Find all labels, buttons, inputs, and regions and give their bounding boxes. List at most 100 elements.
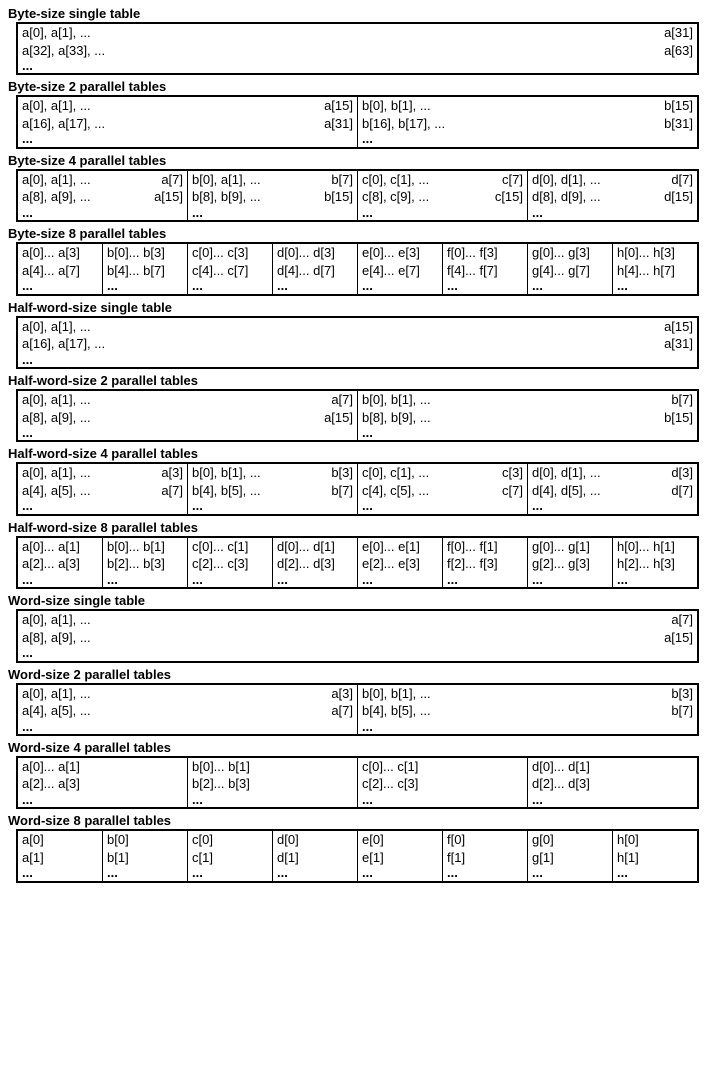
- table-wrap: a[0], a[1], ...a[31]a[32], a[33], ...a[6…: [16, 22, 699, 75]
- row-left-text: h[0]: [617, 831, 639, 849]
- table-row: c[8], c[9], ...c[15]: [358, 188, 527, 206]
- row-left-text: d[8], d[9], ...: [532, 188, 601, 206]
- continuation-dots: ...: [358, 206, 527, 220]
- table-column: b[0], b[1], ...b[15]b[16], b[17], ...b[3…: [358, 97, 697, 146]
- continuation-dots: ...: [528, 499, 697, 513]
- row-left-text: a[0]... a[1]: [22, 758, 80, 776]
- row-left-text: h[0]... h[3]: [617, 244, 675, 262]
- table-column: a[0]a[1]...: [18, 831, 103, 880]
- row-left-text: c[2]... c[3]: [192, 555, 248, 573]
- continuation-dots: ...: [613, 866, 697, 880]
- row-right-text: b[7]: [671, 702, 693, 720]
- table-row: b[4], b[5], ...b[7]: [188, 482, 357, 500]
- row-right-text: d[3]: [671, 464, 693, 482]
- row-left-text: h[0]... h[1]: [617, 538, 675, 556]
- table-row: a[0], a[1], ...a[15]: [18, 318, 697, 336]
- continuation-dots: ...: [273, 573, 357, 587]
- table-row: a[0], a[1], ...a[31]: [18, 24, 697, 42]
- table-wrap: a[0], a[1], ...a[7]a[8], a[9], ...a[15].…: [16, 389, 699, 442]
- row-left-text: f[4]... f[7]: [447, 262, 498, 280]
- row-left-text: b[4], b[5], ...: [362, 702, 431, 720]
- row-left-text: a[16], a[17], ...: [22, 335, 105, 353]
- table-row: d[0]... d[1]: [273, 538, 357, 556]
- table-row: d[0], d[1], ...d[3]: [528, 464, 697, 482]
- row-left-text: a[0]... a[3]: [22, 244, 80, 262]
- row-left-text: a[1]: [22, 849, 44, 867]
- continuation-dots: ...: [358, 499, 527, 513]
- row-right-text: c[7]: [502, 482, 523, 500]
- table-column: g[0]... g[3]g[4]... g[7]...: [528, 244, 613, 293]
- row-left-text: e[0]... e[3]: [362, 244, 420, 262]
- table-row: c[4]... c[7]: [188, 262, 272, 280]
- row-left-text: f[0]... f[3]: [447, 244, 498, 262]
- row-right-text: a[3]: [331, 685, 353, 703]
- row-left-text: a[8], a[9], ...: [22, 629, 91, 647]
- table-column: a[0]... a[1]a[2]... a[3]...: [18, 538, 103, 587]
- row-right-text: b[15]: [664, 409, 693, 427]
- row-left-text: c[4], c[5], ...: [362, 482, 429, 500]
- table-section: Half-word-size 8 parallel tablesa[0]... …: [6, 520, 701, 589]
- table-section: Half-word-size 2 parallel tablesa[0], a[…: [6, 373, 701, 442]
- row-left-text: c[0], c[1], ...: [362, 171, 429, 189]
- table-column: d[0]... d[1]d[2]... d[3]...: [528, 758, 697, 807]
- row-left-text: h[4]... h[7]: [617, 262, 675, 280]
- table-row: a[0], a[1], ...a[3]: [18, 464, 187, 482]
- continuation-dots: ...: [18, 793, 187, 807]
- table-column: a[0], a[1], ...a[31]a[32], a[33], ...a[6…: [18, 24, 697, 73]
- table-section: Half-word-size 4 parallel tables a[0], a[…: [6, 446, 701, 515]
- table-row: g[0]... g[3]: [528, 244, 612, 262]
- row-left-text: c[0]... c[1]: [362, 758, 418, 776]
- table-column: c[0]c[1]...: [188, 831, 273, 880]
- row-right-text: b[7]: [671, 391, 693, 409]
- table-row: b[2]... b[3]: [188, 775, 357, 793]
- table-wrap: a[0]a[1]...b[0]b[1]...c[0]c[1]...d[0]d[1…: [16, 829, 699, 882]
- row-left-text: b[2]... b[3]: [192, 775, 250, 793]
- table-row: a[0], a[1], ... a[7]: [18, 611, 697, 629]
- table-row: b[4], b[5], ... b[7]: [358, 702, 697, 720]
- row-left-text: a[8], a[9], ...: [22, 409, 91, 427]
- continuation-dots: ...: [103, 866, 187, 880]
- row-right-text: a[7]: [671, 611, 693, 629]
- continuation-dots: ...: [528, 279, 612, 293]
- continuation-dots: ...: [358, 279, 442, 293]
- table-column: h[0]... h[3]h[4]... h[7]...: [613, 244, 697, 293]
- row-left-text: e[4]... e[7]: [362, 262, 420, 280]
- table-column: c[0], c[1], ...c[3]c[4], c[5], ...c[7]..…: [358, 464, 528, 513]
- continuation-dots: ...: [613, 573, 697, 587]
- table-wrap: a[0], a[1], ...a[15]a[16], a[17], ...a[3…: [16, 95, 699, 148]
- row-right-text: b[7]: [331, 482, 353, 500]
- continuation-dots: ...: [358, 866, 442, 880]
- table-section: Byte-size single tablea[0], a[1], ...a[3…: [6, 6, 701, 75]
- table-row: g[2]... g[3]: [528, 555, 612, 573]
- table-wrap: a[0], a[1], ...a[3]a[4], a[5], ...a[7]..…: [16, 683, 699, 736]
- table-column: a[0], a[1], ...a[3]a[4], a[5], ...a[7]..…: [18, 685, 358, 734]
- section-title: Word-size 8 parallel tables: [8, 813, 701, 828]
- continuation-dots: ...: [18, 279, 102, 293]
- section-title: Word-size 2 parallel tables: [8, 667, 701, 682]
- row-right-text: a[3]: [161, 464, 183, 482]
- row-left-text: a[0]... a[1]: [22, 538, 80, 556]
- table-column: b[0]b[1]...: [103, 831, 188, 880]
- table-row: d[2]... d[3]: [273, 555, 357, 573]
- row-right-text: b[31]: [664, 115, 693, 133]
- row-right-text: c[7]: [502, 171, 523, 189]
- row-right-text: a[31]: [664, 335, 693, 353]
- continuation-dots: ...: [273, 866, 357, 880]
- row-right-text: a[15]: [324, 409, 353, 427]
- row-left-text: f[2]... f[3]: [447, 555, 498, 573]
- table-section: Word-size 4 parallel tablesa[0]... a[1]a…: [6, 740, 701, 809]
- table-row: d[8], d[9], ... d[15]: [528, 188, 697, 206]
- section-title: Half-word-size 4 parallel tables: [8, 446, 701, 461]
- continuation-dots: ...: [18, 206, 187, 220]
- table-section: Byte-size 4 parallel tablesa[0], a[1], .…: [6, 153, 701, 222]
- row-left-text: a[0], a[1], ...: [22, 611, 91, 629]
- table-row: a[0]... a[1]: [18, 538, 102, 556]
- section-title: Byte-size 8 parallel tables: [8, 226, 701, 241]
- row-left-text: b[8], b[9], ...: [192, 188, 261, 206]
- table-row: a[1]: [18, 849, 102, 867]
- row-right-text: b[7]: [331, 171, 353, 189]
- row-left-text: a[2]... a[3]: [22, 555, 80, 573]
- row-right-text: d[15]: [664, 188, 693, 206]
- table-row: b[0]... b[3]: [103, 244, 187, 262]
- section-title: Word-size single table: [8, 593, 701, 608]
